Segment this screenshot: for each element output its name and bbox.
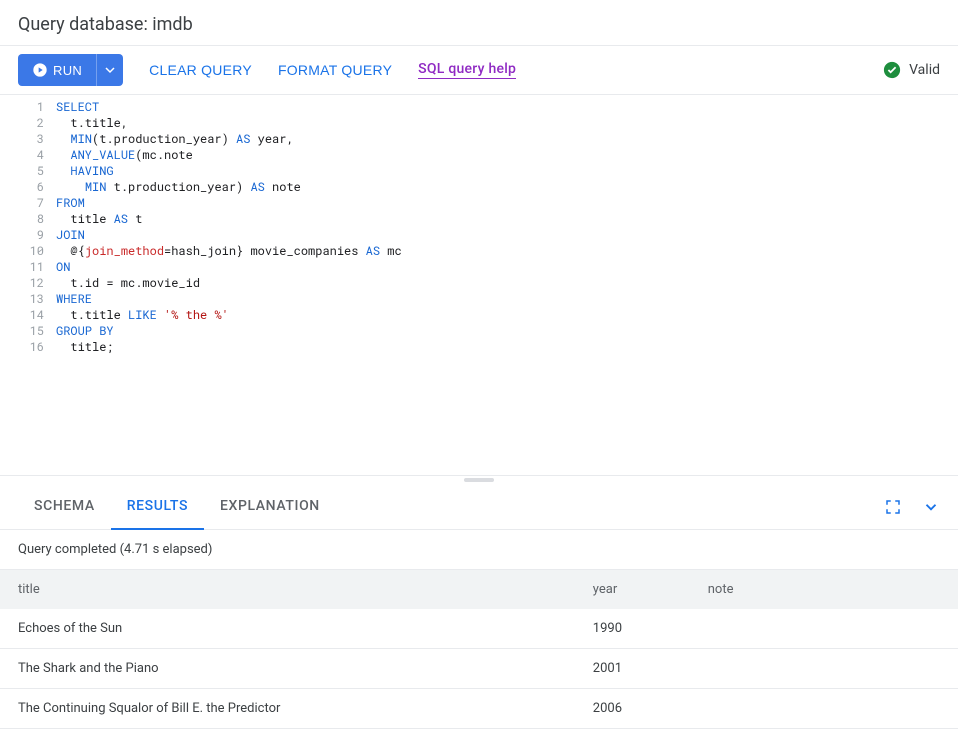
line-number: 6 bbox=[0, 179, 44, 195]
cell-note bbox=[690, 649, 958, 689]
sql-editor[interactable]: 12345678910111213141516 SELECT t.title, … bbox=[0, 95, 958, 476]
column-header-note[interactable]: note bbox=[690, 570, 958, 609]
code-line[interactable]: t.id = mc.movie_id bbox=[56, 275, 958, 291]
run-button[interactable]: RUN bbox=[18, 54, 96, 86]
caret-down-icon bbox=[105, 65, 115, 75]
line-gutter: 12345678910111213141516 bbox=[0, 95, 56, 475]
line-number: 13 bbox=[0, 291, 44, 307]
line-number: 7 bbox=[0, 195, 44, 211]
code-line[interactable]: title AS t bbox=[56, 211, 958, 227]
tab-results[interactable]: RESULTS bbox=[111, 484, 204, 530]
code-line[interactable]: t.title, bbox=[56, 115, 958, 131]
valid-label: Valid bbox=[909, 62, 940, 78]
panel-drag-handle[interactable] bbox=[0, 476, 958, 484]
line-number: 2 bbox=[0, 115, 44, 131]
line-number: 9 bbox=[0, 227, 44, 243]
code-line[interactable]: SELECT bbox=[56, 99, 958, 115]
line-number: 5 bbox=[0, 163, 44, 179]
table-row[interactable]: Echoes of the Sun1990 bbox=[0, 609, 958, 649]
code-line[interactable]: title; bbox=[56, 339, 958, 355]
valid-check-icon bbox=[883, 61, 901, 79]
page-title: Query database: imdb bbox=[0, 0, 958, 46]
tab-schema[interactable]: SCHEMA bbox=[18, 484, 111, 529]
sql-help-link[interactable]: SQL query help bbox=[418, 61, 516, 79]
clear-query-button[interactable]: CLEAR QUERY bbox=[149, 62, 252, 78]
code-line[interactable]: ANY_VALUE(mc.note bbox=[56, 147, 958, 163]
code-line[interactable]: JOIN bbox=[56, 227, 958, 243]
collapse-button[interactable] bbox=[922, 498, 940, 516]
line-number: 8 bbox=[0, 211, 44, 227]
line-number: 14 bbox=[0, 307, 44, 323]
line-number: 1 bbox=[0, 99, 44, 115]
table-row[interactable]: The Shark and the Piano2001 bbox=[0, 649, 958, 689]
line-number: 15 bbox=[0, 323, 44, 339]
play-icon bbox=[32, 62, 48, 78]
code-line[interactable]: t.title LIKE '% the %' bbox=[56, 307, 958, 323]
tab-explanation[interactable]: EXPLANATION bbox=[204, 484, 336, 529]
line-number: 16 bbox=[0, 339, 44, 355]
cell-year: 1990 bbox=[575, 609, 690, 649]
results-table: titleyearnote Echoes of the Sun1990The S… bbox=[0, 570, 958, 729]
chevron-down-icon bbox=[922, 498, 940, 516]
line-number: 11 bbox=[0, 259, 44, 275]
query-toolbar: RUN CLEAR QUERY FORMAT QUERY SQL query h… bbox=[0, 46, 958, 95]
cell-note bbox=[690, 609, 958, 649]
run-dropdown-button[interactable] bbox=[96, 54, 123, 86]
query-status: Query completed (4.71 s elapsed) bbox=[0, 530, 958, 570]
column-header-year[interactable]: year bbox=[575, 570, 690, 609]
code-line[interactable]: FROM bbox=[56, 195, 958, 211]
format-query-button[interactable]: FORMAT QUERY bbox=[278, 62, 392, 78]
results-tabs: SCHEMARESULTSEXPLANATION bbox=[0, 484, 958, 530]
code-line[interactable]: MIN t.production_year) AS note bbox=[56, 179, 958, 195]
fullscreen-icon bbox=[884, 498, 902, 516]
code-line[interactable]: MIN(t.production_year) AS year, bbox=[56, 131, 958, 147]
code-line[interactable]: GROUP BY bbox=[56, 323, 958, 339]
code-area[interactable]: SELECT t.title, MIN(t.production_year) A… bbox=[56, 95, 958, 475]
code-line[interactable]: @{join_method=hash_join} movie_companies… bbox=[56, 243, 958, 259]
fullscreen-button[interactable] bbox=[884, 498, 902, 516]
line-number: 12 bbox=[0, 275, 44, 291]
line-number: 3 bbox=[0, 131, 44, 147]
column-header-title[interactable]: title bbox=[0, 570, 575, 609]
code-line[interactable]: HAVING bbox=[56, 163, 958, 179]
line-number: 10 bbox=[0, 243, 44, 259]
code-line[interactable]: WHERE bbox=[56, 291, 958, 307]
cell-title: Echoes of the Sun bbox=[0, 609, 575, 649]
run-button-group: RUN bbox=[18, 54, 123, 86]
code-line[interactable]: ON bbox=[56, 259, 958, 275]
line-number: 4 bbox=[0, 147, 44, 163]
cell-year: 2001 bbox=[575, 649, 690, 689]
cell-title: The Shark and the Piano bbox=[0, 649, 575, 689]
run-label: RUN bbox=[53, 63, 82, 78]
